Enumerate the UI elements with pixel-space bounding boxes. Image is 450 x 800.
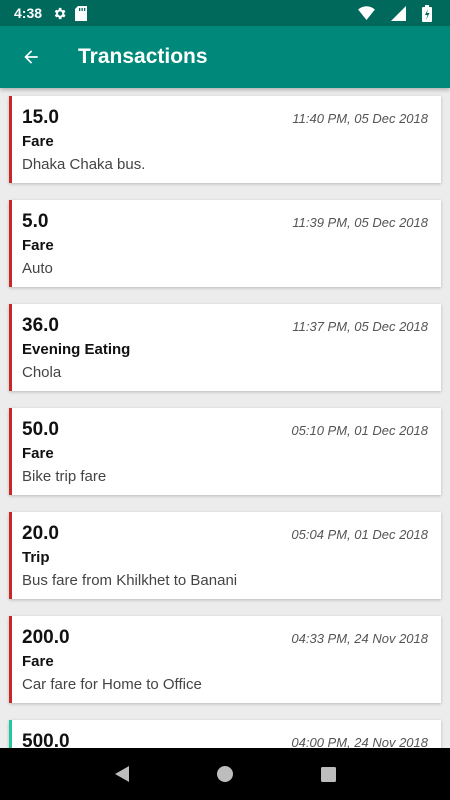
signal-icon bbox=[391, 5, 406, 21]
transaction-list[interactable]: 15.0 11:40 PM, 05 Dec 2018 Fare Dhaka Ch… bbox=[0, 88, 450, 748]
transaction-note: Car fare for Home to Office bbox=[22, 676, 202, 693]
transaction-date: 04:00 PM, 24 Nov 2018 bbox=[291, 735, 428, 748]
transaction-card[interactable]: 500.0 04:00 PM, 24 Nov 2018 bbox=[9, 720, 441, 748]
wifi-icon bbox=[358, 6, 375, 20]
transaction-date: 11:39 PM, 05 Dec 2018 bbox=[292, 215, 428, 230]
transaction-card[interactable]: 15.0 11:40 PM, 05 Dec 2018 Fare Dhaka Ch… bbox=[9, 96, 441, 183]
transaction-category: Fare bbox=[22, 445, 54, 462]
transaction-card[interactable]: 200.0 04:33 PM, 24 Nov 2018 Fare Car far… bbox=[9, 616, 441, 703]
transaction-category: Evening Eating bbox=[22, 341, 131, 358]
transaction-date: 04:33 PM, 24 Nov 2018 bbox=[291, 631, 428, 646]
transaction-category: Fare bbox=[22, 237, 54, 254]
transaction-date: 11:37 PM, 05 Dec 2018 bbox=[292, 319, 428, 334]
page-title: Transactions bbox=[78, 45, 208, 68]
app-bar: Transactions bbox=[0, 26, 450, 88]
transaction-date: 05:10 PM, 01 Dec 2018 bbox=[291, 423, 428, 438]
back-triangle-icon[interactable] bbox=[102, 754, 142, 794]
transaction-date: 05:04 PM, 01 Dec 2018 bbox=[291, 527, 428, 542]
arrow-back-icon[interactable] bbox=[0, 26, 62, 88]
transaction-category: Trip bbox=[22, 549, 50, 566]
transaction-card[interactable]: 50.0 05:10 PM, 01 Dec 2018 Fare Bike tri… bbox=[9, 408, 441, 495]
navigation-bar bbox=[0, 748, 450, 800]
transaction-note: Dhaka Chaka bus. bbox=[22, 156, 146, 173]
transaction-note: Bus fare from Khilkhet to Banani bbox=[22, 572, 238, 589]
home-circle-icon[interactable] bbox=[205, 754, 245, 794]
transaction-note: Bike trip fare bbox=[22, 468, 107, 485]
transaction-category: Fare bbox=[22, 653, 54, 670]
transaction-card[interactable]: 20.0 05:04 PM, 01 Dec 2018 Trip Bus fare… bbox=[9, 512, 441, 599]
transaction-category: Fare bbox=[22, 133, 54, 150]
transaction-card[interactable]: 5.0 11:39 PM, 05 Dec 2018 Fare Auto bbox=[9, 200, 441, 287]
transaction-note: Auto bbox=[22, 260, 53, 277]
transaction-card[interactable]: 36.0 11:37 PM, 05 Dec 2018 Evening Eatin… bbox=[9, 304, 441, 391]
status-time: 4:38 bbox=[14, 5, 43, 21]
transaction-date: 11:40 PM, 05 Dec 2018 bbox=[292, 111, 428, 126]
battery-icon bbox=[422, 4, 432, 22]
status-bar: 4:38 bbox=[0, 0, 450, 26]
gear-icon bbox=[52, 6, 67, 21]
recents-square-icon[interactable] bbox=[308, 754, 348, 794]
transaction-note: Chola bbox=[22, 364, 62, 381]
sd-card-icon bbox=[75, 5, 88, 21]
